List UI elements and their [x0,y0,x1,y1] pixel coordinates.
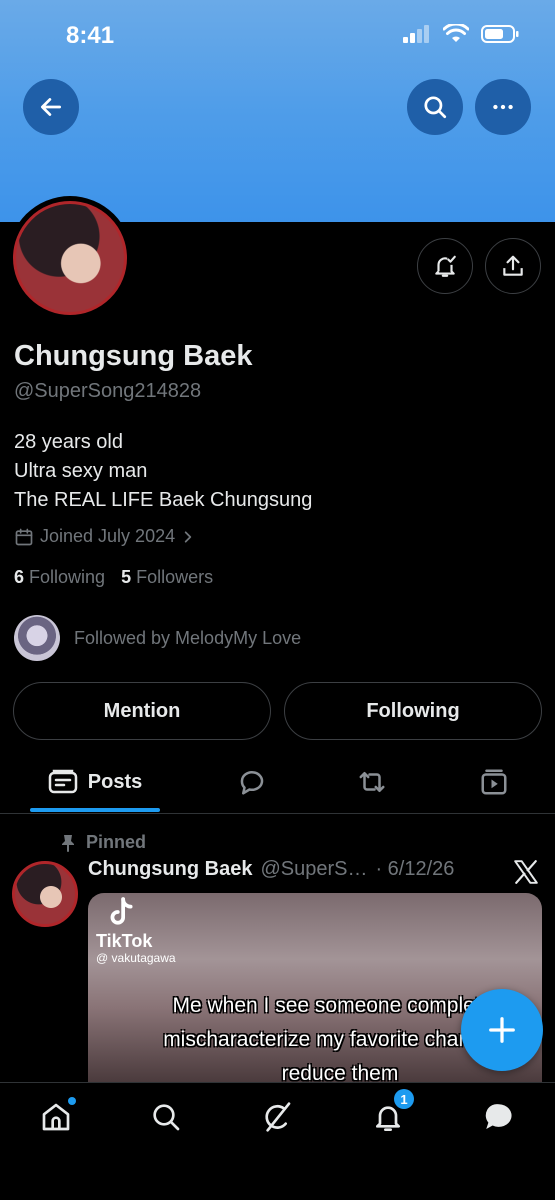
post-date: · 6/12/26 [375,858,455,880]
profile-bio: 28 years old Ultra sexy man The REAL LIF… [14,428,312,515]
nav-messages[interactable] [477,1095,521,1139]
followed-by[interactable]: Followed by MelodyMy Love [14,615,301,661]
follower-avatar [14,615,60,661]
nav-home[interactable] [34,1095,78,1139]
video-icon [481,769,507,795]
status-icons [403,24,519,44]
mention-button[interactable]: Mention [13,682,271,740]
grok-icon [265,1102,291,1132]
tab-reposts[interactable] [348,752,396,812]
pinned-label: Pinned [60,832,146,853]
chevron-right-icon [184,530,192,543]
bio-line: The REAL LIFE Baek Chungsung [14,489,313,511]
posts-icon [48,769,78,794]
tab-posts[interactable]: Posts [30,752,160,812]
compose-button[interactable] [461,989,543,1071]
back-button[interactable] [23,79,79,135]
wifi-icon [443,24,469,42]
tiktok-watermark: TikTok [96,931,153,951]
tab-posts-label: Posts [87,770,143,793]
pin-icon [62,834,74,852]
profile-handle: @SuperSong214828 [14,380,202,402]
post-header: Chungsung Baek @SuperS… · 6/12/26 [88,858,454,881]
tiktok-note-icon [110,897,133,925]
profile-avatar[interactable] [8,196,132,320]
avatar-image [13,201,127,315]
joined-date[interactable]: Joined July 2024 [14,526,195,547]
x-logo-icon[interactable] [513,860,539,884]
post-author-name[interactable]: Chungsung Baek [88,858,252,881]
pinned-text: Pinned [86,832,147,852]
status-time: 8:41 [66,22,115,49]
repost-icon [359,772,385,792]
nav-notifications[interactable]: 1 [366,1089,414,1139]
bell-check-icon [435,255,456,277]
notifications-badge: 1 [394,1089,414,1109]
following-button[interactable]: Following [284,682,542,740]
more-icon [493,104,513,110]
profile-tabs: Posts [0,752,555,814]
search-button[interactable] [407,79,463,135]
nav-grok[interactable] [255,1095,299,1139]
plus-icon [489,1017,515,1043]
tab-media[interactable] [470,752,518,812]
calendar-icon [15,528,33,545]
home-unread-dot [68,1097,76,1105]
share-icon [503,255,523,276]
nav-search[interactable] [144,1095,188,1139]
bio-line: 28 years old [14,431,123,453]
share-button[interactable] [485,238,541,294]
bottom-nav: 1 [0,1082,555,1200]
search-icon [424,96,447,119]
notifications-toggle-button[interactable] [417,238,473,294]
battery-icon [481,25,519,43]
search-icon [153,1104,180,1131]
profile-name: Chungsung Baek [14,340,253,372]
followed-by-text: Followed by MelodyMy Love [74,627,302,648]
post-author-handle[interactable]: @SuperS… [260,858,367,881]
joined-text: Joined July 2024 [40,526,176,546]
following-stat[interactable]: 6 Following [14,567,105,588]
chat-icon [485,1104,512,1130]
followers-stat[interactable]: 5 Followers [121,567,213,588]
post-author-avatar[interactable] [12,861,78,927]
tiktok-username: @ vakutagawa [96,951,176,965]
follow-stats: 6 Following 5 Followers [14,567,213,588]
signal-icon [403,25,429,43]
arrow-left-icon [40,98,62,116]
home-icon [42,1103,70,1131]
reply-icon [240,771,264,795]
more-button[interactable] [475,79,531,135]
tab-replies[interactable] [228,752,276,812]
active-tab-indicator [30,808,160,812]
bio-line: Ultra sexy man [14,460,148,482]
